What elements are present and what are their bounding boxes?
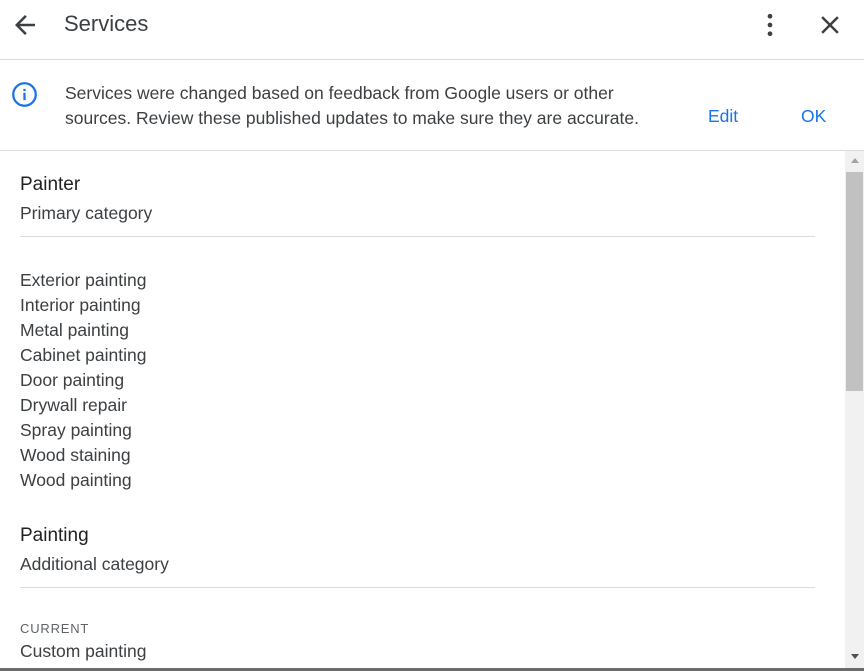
category-type: Additional category: [20, 554, 169, 574]
scroll-down-arrow-icon[interactable]: [851, 654, 859, 659]
close-button[interactable]: [815, 10, 845, 40]
ok-button[interactable]: OK: [801, 106, 826, 127]
scrollbar[interactable]: [845, 151, 864, 671]
scroll-up-arrow-icon[interactable]: [851, 158, 859, 163]
section-label: CURRENT: [20, 621, 90, 636]
service-item: Exterior painting: [20, 270, 147, 290]
category-name: Painting: [20, 525, 89, 546]
service-item: Cabinet painting: [20, 345, 147, 365]
service-item: Drywall repair: [20, 395, 127, 415]
services-list: Painter Primary category Exterior painti…: [0, 151, 844, 671]
service-item: Custom painting: [20, 641, 147, 661]
divider: [20, 587, 815, 588]
service-item: Spray painting: [20, 420, 132, 440]
service-item: Metal painting: [20, 320, 129, 340]
info-icon: [12, 82, 37, 107]
service-item: Interior painting: [20, 295, 141, 315]
banner-message: Services were changed based on feedback …: [65, 83, 639, 128]
dialog-header: Services: [0, 0, 864, 60]
arrow-back-icon: [15, 15, 35, 35]
more-vert-icon: [767, 13, 773, 37]
more-options-button[interactable]: [755, 10, 785, 40]
service-list: Exterior painting Interior painting Meta…: [20, 268, 146, 493]
service-item: Wood staining: [20, 445, 131, 465]
scrollbar-thumb[interactable]: [846, 172, 863, 391]
service-item: Door painting: [20, 370, 125, 390]
service-item: Wood painting: [20, 470, 132, 490]
category-type: Primary category: [20, 203, 153, 223]
close-icon: [821, 16, 839, 34]
divider: [20, 236, 815, 237]
category-name: Painter: [20, 174, 81, 195]
page-title: Services: [64, 11, 149, 36]
edit-button[interactable]: Edit: [708, 106, 738, 127]
info-banner: Services were changed based on feedback …: [0, 60, 864, 151]
back-button[interactable]: [10, 10, 40, 40]
